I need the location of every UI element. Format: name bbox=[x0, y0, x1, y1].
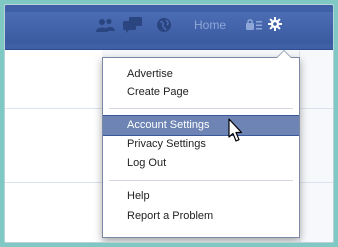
menu-item-advertise[interactable]: Advertise bbox=[103, 65, 299, 84]
messages-icon[interactable] bbox=[122, 17, 144, 33]
notifications-icon[interactable] bbox=[155, 17, 173, 33]
menu-caret bbox=[277, 51, 291, 58]
top-navigation-bar: Home bbox=[5, 5, 333, 50]
menu-separator bbox=[109, 108, 293, 109]
friends-icon[interactable] bbox=[95, 17, 117, 33]
menu-item-create-page[interactable]: Create Page bbox=[103, 83, 299, 102]
privacy-shortcuts-icon[interactable] bbox=[245, 17, 263, 33]
content-column bbox=[5, 50, 102, 242]
menu-item-log-out[interactable]: Log Out bbox=[103, 154, 299, 173]
menu-separator bbox=[109, 180, 293, 181]
settings-gear-icon[interactable] bbox=[268, 17, 282, 31]
menu-item-privacy-settings[interactable]: Privacy Settings bbox=[103, 135, 299, 154]
home-link[interactable]: Home bbox=[194, 18, 226, 32]
mouse-pointer-icon bbox=[226, 118, 244, 144]
menu-item-help[interactable]: Help bbox=[103, 187, 299, 206]
browser-frame: Home Advertise Create Page Account Setti… bbox=[4, 4, 334, 243]
menu-item-account-settings[interactable]: Account Settings bbox=[103, 115, 299, 136]
menu-item-report-a-problem[interactable]: Report a Problem bbox=[103, 207, 299, 226]
settings-dropdown-menu: Advertise Create Page Account Settings P… bbox=[102, 50, 300, 238]
